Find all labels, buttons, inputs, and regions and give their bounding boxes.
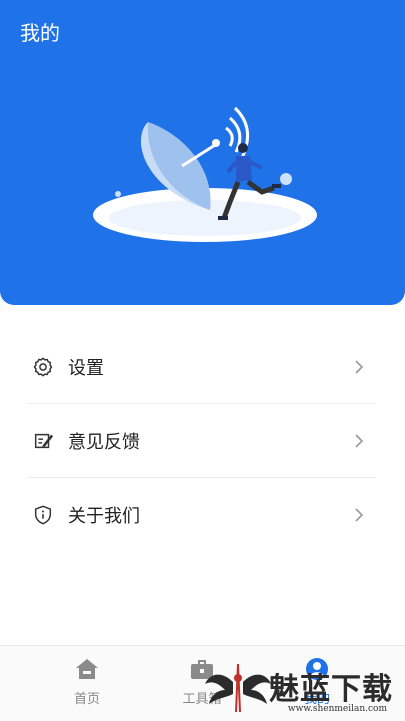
- satellite-dish-illustration: [93, 106, 317, 242]
- chevron-right-icon: [354, 431, 368, 451]
- menu-item-settings[interactable]: 设置: [28, 330, 376, 404]
- page-title: 我的: [20, 21, 60, 45]
- menu-item-feedback[interactable]: 意见反馈: [28, 404, 376, 478]
- tab-label: 首页: [73, 692, 100, 707]
- header-banner: 我的: [0, 0, 405, 305]
- site-watermark: 魅蓝下载 www.shenmeilan.com: [201, 658, 401, 718]
- menu-item-label: 意见反馈: [68, 431, 140, 453]
- watermark-url: www.shenmeilan.com: [287, 704, 387, 714]
- tab-home[interactable]: 首页: [47, 656, 127, 714]
- home-icon: [73, 656, 101, 682]
- chevron-right-icon: [354, 357, 368, 377]
- gear-icon: [31, 355, 55, 379]
- info-shield-icon: [31, 503, 55, 527]
- watermark-text: 魅蓝下载: [269, 672, 393, 707]
- settings-menu: 设置 意见反馈 关于我们: [28, 330, 376, 551]
- menu-item-label: 设置: [68, 357, 104, 379]
- dragon-logo-icon: [205, 663, 271, 713]
- feedback-icon: [31, 429, 55, 453]
- menu-item-about[interactable]: 关于我们: [28, 478, 376, 551]
- menu-item-label: 关于我们: [68, 505, 140, 527]
- chevron-right-icon: [354, 505, 368, 525]
